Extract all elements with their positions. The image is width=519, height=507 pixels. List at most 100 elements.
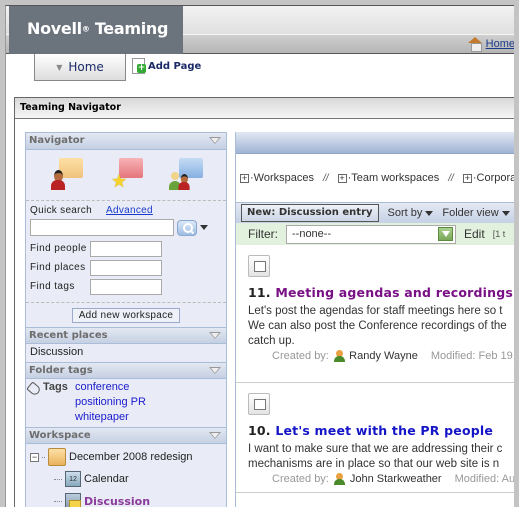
search-options-dropdown-icon[interactable] — [200, 225, 208, 230]
user-icon — [333, 473, 345, 485]
tag-link[interactable]: positioning PR — [75, 396, 146, 408]
find-people-input[interactable] — [90, 240, 162, 257]
navigator-title: Navigator — [29, 135, 85, 146]
find-places-input[interactable] — [90, 259, 162, 276]
entry-count: [1 t — [492, 229, 506, 239]
masthead: Novell® Teaming Home — [6, 6, 519, 54]
navigator-section-header[interactable]: Navigator — [26, 133, 226, 150]
calendar-icon: 12 — [65, 471, 81, 487]
tree-item-label: December 2008 redesign — [69, 451, 193, 463]
logo-product: Teaming — [89, 19, 169, 38]
tag-link[interactable]: whitepaper — [75, 411, 146, 423]
entry-body: I want to make sure that we are addressi… — [248, 442, 519, 472]
workspace-section-header[interactable]: Workspace — [26, 427, 226, 444]
divider — [26, 302, 226, 303]
novell-teaming-logo: Novell® Teaming — [9, 6, 183, 54]
page: Novell® Teaming Home ▼ Home Add Page Tea… — [5, 5, 519, 507]
created-by-label: Created by: — [272, 350, 329, 362]
sort-by-menu[interactable]: Sort by — [388, 207, 434, 219]
breadcrumb-item[interactable]: + ·Workspaces — [240, 172, 314, 184]
entry-body-line: I want to make sure that we are addressi… — [248, 443, 503, 455]
new-discussion-entry-button[interactable]: New: Discussion entry — [241, 204, 379, 222]
entry-title-link[interactable]: Let's meet with the PR people — [275, 423, 493, 438]
collapse-icon[interactable] — [209, 367, 221, 374]
entry-number: 11. — [248, 285, 271, 300]
add-new-workspace-button[interactable]: Add new workspace — [71, 308, 181, 323]
folder-toolbar: New: Discussion entry Sort by Folder vie… — [236, 202, 519, 223]
modified-date: Modified: Aug — [454, 473, 519, 485]
recent-places-title: Recent places — [29, 330, 108, 341]
tree-connector — [54, 500, 62, 502]
expand-icon[interactable]: + — [462, 174, 472, 183]
my-workspace-icon[interactable] — [49, 156, 83, 190]
author-link[interactable]: John Starkweather — [350, 473, 442, 485]
search-row — [26, 216, 226, 239]
entry-item: 10. Let's meet with the PR people I want… — [236, 383, 519, 493]
recent-places-section-header[interactable]: Recent places — [26, 327, 226, 344]
discussion-folder-icon — [65, 493, 81, 507]
entry-title: 11. Meeting agendas and recordings — [248, 285, 519, 300]
dropdown-arrow-icon[interactable] — [438, 227, 453, 241]
breadcrumb-item[interactable]: + ·Team workspaces — [337, 172, 439, 184]
folder-tags-title: Folder tags — [29, 365, 93, 376]
quick-search-row: Quick search Advanced — [26, 201, 226, 216]
user-icon — [333, 350, 346, 362]
tree-item-discussion[interactable]: Discussion — [30, 490, 222, 507]
find-tags-input[interactable] — [90, 278, 162, 295]
created-by-label: Created by: — [272, 473, 329, 485]
collapse-icon[interactable] — [209, 332, 221, 339]
author-link[interactable]: Randy Wayne — [349, 350, 418, 362]
entry-meta: Created by: John Starkweather Modified: … — [248, 473, 519, 485]
tags-label-group: Tags — [26, 381, 75, 423]
home-link[interactable]: Home — [467, 37, 515, 52]
find-tags-label: Find tags — [30, 281, 75, 292]
tree-connector — [54, 478, 62, 480]
tab-home[interactable]: ▼ Home — [34, 54, 126, 81]
entry-body-line: mechanisms are in place so that our web … — [248, 458, 500, 470]
house-icon — [467, 37, 483, 52]
folder-tags-section-header[interactable]: Folder tags — [26, 362, 226, 379]
search-icon[interactable] — [177, 219, 197, 236]
left-navigation: Navigator ★ Quick search Advanced Find p… — [25, 132, 227, 507]
collapse-tree-icon[interactable]: − — [30, 452, 39, 462]
tree-item-calendar[interactable]: 12 Calendar — [30, 468, 222, 490]
team-workspaces-icon[interactable] — [169, 156, 203, 190]
entry-body-line: Let's post the agendas for staff meeting… — [248, 305, 503, 317]
tree-connector — [42, 456, 45, 458]
find-people-row: Find people — [26, 239, 226, 258]
tag-icon — [26, 381, 42, 397]
collapse-icon[interactable] — [209, 432, 221, 439]
chevron-down-icon — [501, 210, 510, 216]
quick-search-label: Quick search — [30, 205, 92, 216]
tags-row: Tags conference positioning PR whitepape… — [26, 379, 226, 425]
filter-select[interactable]: --none-- — [286, 224, 456, 244]
expand-icon[interactable]: + — [240, 174, 249, 183]
entry-title: 10. Let's meet with the PR people — [248, 423, 519, 438]
folder-view-label: Folder view — [442, 207, 499, 219]
collapse-icon[interactable] — [209, 137, 221, 144]
modified-date: Modified: Feb 19, 2 — [430, 350, 519, 362]
breadcrumb-item[interactable]: + ·Corporat — [462, 172, 519, 184]
tags-label: Tags — [43, 381, 68, 393]
filter-edit-link[interactable]: Edit — [464, 227, 485, 241]
entry-meta: Created by: Randy Wayne Modified: Feb 19… — [248, 350, 519, 362]
advanced-search-link[interactable]: Advanced — [106, 205, 153, 216]
entry-title-link[interactable]: Meeting agendas and recordings — [275, 285, 513, 300]
chevron-down-icon: ▼ — [56, 62, 63, 72]
quick-search-input[interactable] — [30, 219, 174, 236]
logo-brand: Novell — [27, 19, 82, 38]
expand-icon[interactable]: + — [337, 174, 347, 183]
tree-item-root[interactable]: − December 2008 redesign — [30, 446, 222, 468]
main-header-bar — [236, 132, 519, 154]
tab-home-label: Home — [68, 60, 104, 74]
entry-body-line: catch up. — [248, 335, 295, 347]
find-people-label: Find people — [30, 243, 87, 254]
logo-registered: ® — [81, 24, 90, 34]
favorites-icon[interactable]: ★ — [109, 156, 143, 190]
folder-view-menu[interactable]: Folder view — [442, 207, 510, 219]
breadcrumb-separator: // — [448, 172, 454, 184]
tag-link[interactable]: conference — [75, 381, 146, 393]
workspace-tree: − December 2008 redesign 12 Calendar Dis… — [26, 444, 226, 507]
recent-place-item[interactable]: Discussion — [26, 344, 226, 362]
add-page-button[interactable]: Add Page — [132, 58, 201, 74]
